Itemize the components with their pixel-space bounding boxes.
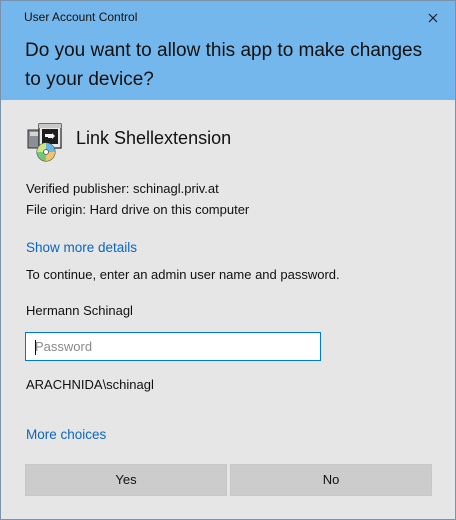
dialog-title: User Account Control [24, 10, 138, 24]
dialog-footer: Yes No [1, 461, 455, 519]
username-label: Hermann Schinagl [26, 303, 133, 318]
uac-dialog: User Account Control Do you want to allo… [0, 0, 456, 520]
dialog-header: User Account Control Do you want to allo… [1, 1, 455, 100]
text-caret [35, 340, 36, 355]
show-more-details-link[interactable]: Show more details [26, 240, 137, 255]
dialog-content: Link Shellextension Verified publisher: … [1, 100, 455, 461]
yes-button[interactable]: Yes [25, 464, 227, 496]
close-icon [428, 13, 438, 23]
app-name: Link Shellextension [76, 128, 232, 148]
prompt-question: Do you want to allow this app to make ch… [25, 40, 423, 90]
domain-account: ARACHNIDA\schinagl [26, 377, 154, 392]
close-button[interactable] [421, 3, 445, 31]
verified-publisher: Verified publisher: schinagl.priv.at [26, 181, 219, 196]
installer-icon [27, 123, 62, 162]
more-choices-link[interactable]: More choices [26, 427, 106, 442]
password-field[interactable] [25, 332, 321, 361]
password-input[interactable] [26, 333, 320, 360]
credentials-instruction: To continue, enter an admin user name an… [26, 267, 340, 282]
no-button[interactable]: No [230, 464, 432, 496]
file-origin: File origin: Hard drive on this computer [26, 202, 250, 217]
